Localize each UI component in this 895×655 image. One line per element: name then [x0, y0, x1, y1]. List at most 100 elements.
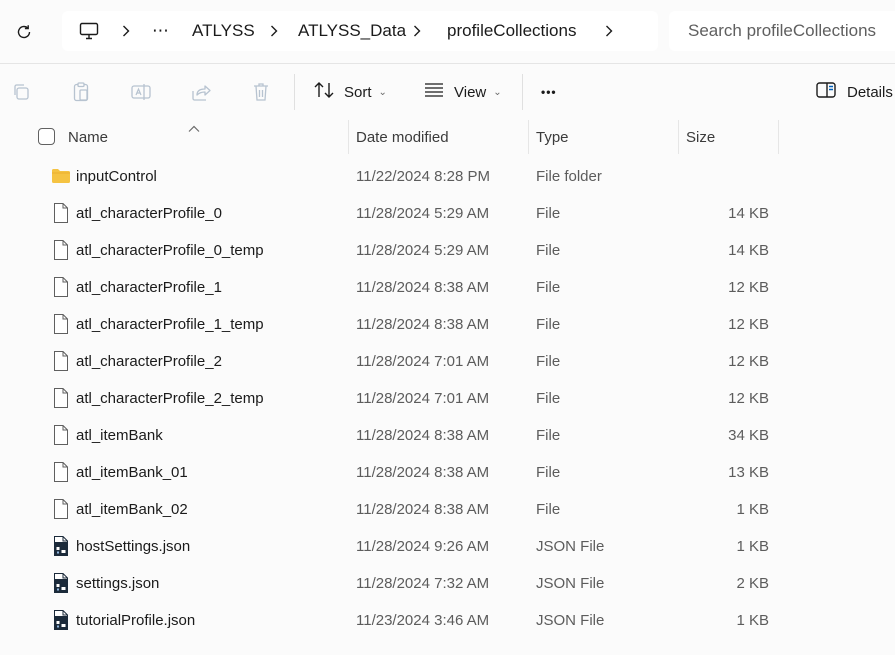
file-date-modified: 11/28/2024 8:38 AM — [356, 464, 490, 481]
breadcrumb-atlyss[interactable]: ATLYSS — [192, 11, 255, 51]
file-type: File — [536, 316, 561, 333]
breadcrumb-atlyss-data[interactable]: ATLYSS_Data — [298, 11, 406, 51]
file-row[interactable]: atl_characterProfile_0 11/28/2024 5:29 AM… — [0, 195, 895, 232]
file-icon — [50, 275, 72, 299]
file-date-modified: 11/28/2024 5:29 AM — [356, 242, 490, 259]
file-type: File — [536, 464, 561, 481]
file-date-modified: 11/28/2024 5:29 AM — [356, 205, 490, 222]
file-icon — [50, 349, 72, 373]
file-name: atl_characterProfile_2 — [76, 353, 222, 370]
rename-icon[interactable] — [129, 80, 153, 104]
column-divider[interactable] — [528, 120, 529, 154]
search-placeholder: Search profileCollections — [688, 21, 877, 40]
file-size: 12 KB — [728, 353, 769, 370]
view-icon — [423, 81, 445, 103]
chevron-right-icon[interactable] — [601, 11, 617, 51]
file-type: File — [536, 501, 561, 518]
paste-icon[interactable] — [69, 80, 93, 104]
view-button[interactable]: View ⌄ — [423, 78, 502, 106]
view-label: View — [454, 83, 487, 101]
column-divider[interactable] — [348, 120, 349, 154]
chevron-right-icon[interactable] — [118, 11, 134, 51]
chevron-right-icon[interactable] — [409, 11, 425, 51]
file-date-modified: 11/28/2024 7:01 AM — [356, 390, 490, 407]
file-icon — [50, 201, 72, 225]
file-type: JSON File — [536, 575, 605, 592]
command-bar: Sort ⌄ View ⌄ ••• Details — [0, 64, 895, 120]
file-date-modified: 11/28/2024 8:38 AM — [356, 427, 490, 444]
address-bar-row: ⋯ ATLYSS ATLYSS_Data profileCollections … — [0, 0, 895, 63]
share-icon[interactable] — [189, 80, 213, 104]
file-type: JSON File — [536, 612, 605, 629]
file-row[interactable]: atl_characterProfile_2 11/28/2024 7:01 AM… — [0, 343, 895, 380]
refresh-icon[interactable] — [12, 20, 36, 44]
file-type: File — [536, 205, 561, 222]
details-label: Details — [847, 83, 893, 101]
file-row[interactable]: atl_itemBank 11/28/2024 8:38 AM File 34 KB — [0, 417, 895, 454]
file-row[interactable]: atl_characterProfile_1_temp 11/28/2024 8:… — [0, 306, 895, 343]
file-date-modified: 11/28/2024 7:32 AM — [356, 575, 490, 592]
address-bar[interactable]: ⋯ ATLYSS ATLYSS_Data profileCollections — [62, 11, 658, 51]
chevron-down-icon: ⌄ — [378, 86, 387, 98]
file-row[interactable]: atl_characterProfile_2_temp 11/28/2024 7:… — [0, 380, 895, 417]
file-size: 1 KB — [736, 612, 769, 629]
column-divider[interactable] — [778, 120, 779, 154]
file-row[interactable]: hostSettings.json 11/28/2024 9:26 AM JSON … — [0, 528, 895, 565]
file-type: File — [536, 279, 561, 296]
file-type: File — [536, 427, 561, 444]
file-date-modified: 11/28/2024 8:38 AM — [356, 279, 490, 296]
file-size: 14 KB — [728, 205, 769, 222]
file-date-modified: 11/28/2024 8:38 AM — [356, 316, 490, 333]
file-name: atl_itemBank — [76, 427, 163, 444]
file-size: 13 KB — [728, 464, 769, 481]
file-date-modified: 11/22/2024 8:28 PM — [356, 168, 490, 185]
delete-icon[interactable] — [249, 80, 273, 104]
file-size: 12 KB — [728, 279, 769, 296]
folder-icon — [50, 164, 72, 188]
toolbar-separator — [294, 74, 295, 110]
file-name: tutorialProfile.json — [76, 612, 196, 629]
breadcrumb-more[interactable]: ⋯ — [152, 11, 169, 51]
file-name: atl_itemBank_01 — [76, 464, 188, 481]
this-pc-icon[interactable] — [78, 20, 100, 42]
file-row[interactable]: tutorialProfile.json 11/23/2024 3:46 AM JS… — [0, 602, 895, 639]
more-options-button[interactable]: ••• — [541, 78, 557, 106]
json-file-icon — [50, 571, 72, 595]
sort-button[interactable]: Sort ⌄ — [313, 78, 387, 106]
select-all-checkbox[interactable] — [38, 128, 55, 145]
file-row[interactable]: atl_itemBank_02 11/28/2024 8:38 AM File 1 K… — [0, 491, 895, 528]
file-name: hostSettings.json — [76, 538, 191, 555]
file-icon — [50, 497, 72, 521]
file-icon — [50, 386, 72, 410]
column-divider[interactable] — [678, 120, 679, 154]
search-input[interactable]: Search profileCollections — [669, 11, 895, 51]
column-date-modified[interactable]: Date modified — [356, 120, 449, 154]
sort-ascending-icon — [187, 120, 201, 132]
details-button[interactable]: Details — [815, 78, 893, 106]
sort-icon — [313, 81, 335, 103]
file-icon — [50, 238, 72, 262]
file-date-modified: 11/23/2024 3:46 AM — [356, 612, 490, 629]
breadcrumb-profile-collections[interactable]: profileCollections — [447, 11, 576, 51]
file-row[interactable]: inputControl 11/22/2024 8:28 PM File folde… — [0, 158, 895, 195]
file-icon — [50, 460, 72, 484]
file-name: atl_characterProfile_0 — [76, 205, 222, 222]
file-name: settings.json — [76, 575, 160, 592]
file-row[interactable]: atl_characterProfile_0_temp 11/28/2024 5:… — [0, 232, 895, 269]
file-date-modified: 11/28/2024 8:38 AM — [356, 501, 490, 518]
column-size[interactable]: Size — [686, 120, 715, 154]
file-type: File — [536, 353, 561, 370]
file-row[interactable]: settings.json 11/28/2024 7:32 AM JSON File… — [0, 565, 895, 602]
copy-icon[interactable] — [9, 80, 33, 104]
file-icon — [50, 312, 72, 336]
file-row[interactable]: atl_itemBank_01 11/28/2024 8:38 AM File 13 … — [0, 454, 895, 491]
file-icon — [50, 423, 72, 447]
column-type[interactable]: Type — [536, 120, 569, 154]
file-size: 1 KB — [736, 501, 769, 518]
file-row[interactable]: atl_characterProfile_1 11/28/2024 8:38 AM… — [0, 269, 895, 306]
file-size: 12 KB — [728, 390, 769, 407]
column-name[interactable]: Name — [68, 120, 108, 154]
chevron-right-icon[interactable] — [266, 11, 282, 51]
file-type: File folder — [536, 168, 602, 185]
sort-label: Sort — [344, 83, 372, 101]
